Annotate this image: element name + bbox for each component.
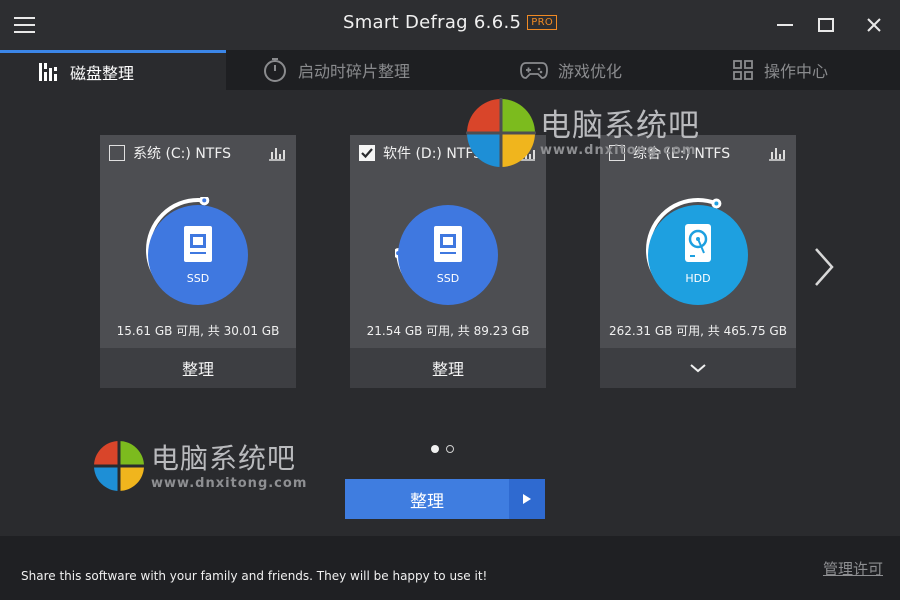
hdd-disk-circle: HDD — [648, 205, 748, 305]
minimize-icon — [777, 24, 793, 26]
app-title: Smart Defrag 6.6.5 PRO — [0, 12, 900, 33]
watermark-top: 电脑系统吧 www.dnxitong.com — [466, 98, 700, 168]
main-tabs: 磁盘整理 启动时碎片整理 游戏优化 操作中心 — [0, 50, 900, 90]
drive-card-e[interactable]: 综合 (E:) NTFS HDD 262.31 GB 可用, 共 465.75 … — [600, 135, 796, 388]
drive-name: 系统 (C:) NTFS — [133, 146, 232, 162]
watermark-title: 电脑系统吧 — [540, 107, 700, 144]
watermark-bottom: 电脑系统吧 www.dnxitong.com — [93, 440, 307, 492]
footer: Share this software with your family and… — [0, 536, 900, 600]
close-icon — [867, 18, 881, 32]
timer-icon — [264, 58, 286, 82]
bar-chart-icon[interactable] — [768, 145, 786, 161]
tab-disk-defrag[interactable]: 磁盘整理 — [0, 50, 226, 90]
drive-card-c[interactable]: 系统 (C:) NTFS SSD 15.61 GB 可用, 共 30.01 GB… — [100, 135, 296, 388]
tab-label: 操作中心 — [764, 62, 829, 81]
tab-boot-defrag[interactable]: 启动时碎片整理 — [262, 50, 410, 90]
pagination-dots — [431, 445, 461, 453]
bar-chart-icon[interactable] — [268, 145, 286, 161]
page-dot[interactable] — [431, 445, 439, 453]
main-panel: 系统 (C:) NTFS SSD 15.61 GB 可用, 共 30.01 GB… — [0, 90, 900, 536]
pro-badge: PRO — [527, 15, 557, 30]
ssd-chip-icon — [434, 226, 462, 262]
watermark-url: www.dnxitong.com — [540, 142, 697, 158]
hdd-icon — [685, 224, 711, 262]
share-message: Share this software with your family and… — [21, 569, 488, 583]
drive-card-d[interactable]: 软件 (D:) NTFS SSD 21.54 GB 可用, 共 89.23 GB… — [350, 135, 546, 388]
app-title-text: Smart Defrag 6.6.5 — [343, 12, 522, 33]
defrag-options-button[interactable] — [509, 479, 545, 519]
defrag-button-label: 整理 — [410, 491, 444, 512]
drive-header: 系统 (C:) NTFS — [109, 144, 286, 162]
tab-game-optimize[interactable]: 游戏优化 — [520, 50, 622, 90]
expand-options-button[interactable] — [600, 348, 796, 388]
disk-type-label: HDD — [685, 272, 711, 285]
disk-type-label: SSD — [186, 272, 210, 285]
defrag-drive-button[interactable]: 整理 — [350, 348, 546, 388]
windows-logo — [93, 440, 145, 492]
play-arrow-icon — [523, 494, 531, 504]
maximize-icon — [818, 18, 834, 32]
disk-defrag-icon — [39, 62, 57, 81]
page-dot[interactable] — [446, 445, 454, 453]
watermark-text: 电脑系统吧 www.dnxitong.com — [540, 109, 700, 158]
manage-license-link[interactable]: 管理许可 — [823, 558, 883, 579]
disk-type-label: SSD — [436, 272, 460, 285]
tab-label: 磁盘整理 — [70, 63, 135, 83]
tab-action-center[interactable]: 操作中心 — [732, 50, 828, 90]
tab-label: 启动时碎片整理 — [298, 62, 411, 81]
drive-checkbox[interactable] — [109, 145, 125, 161]
ssd-chip-icon — [184, 226, 212, 262]
minimize-button[interactable] — [774, 14, 796, 36]
chevron-down-icon — [690, 364, 706, 373]
gamepad-icon — [520, 62, 548, 79]
close-button[interactable] — [864, 14, 886, 36]
drive-capacity: 262.31 GB 可用, 共 465.75 GB — [609, 324, 787, 338]
watermark-url: www.dnxitong.com — [151, 475, 308, 491]
drive-capacity: 15.61 GB 可用, 共 30.01 GB — [116, 324, 280, 338]
ssd-disk-circle: SSD — [148, 205, 248, 305]
title-bar: Smart Defrag 6.6.5 PRO — [0, 0, 900, 50]
drive-capacity: 21.54 GB 可用, 共 89.23 GB — [366, 324, 530, 338]
grid-icon — [733, 60, 753, 80]
ssd-disk-circle: SSD — [398, 205, 498, 305]
defrag-button[interactable]: 整理 — [345, 479, 545, 519]
next-page-arrow-icon[interactable] — [812, 245, 836, 289]
defrag-drive-button[interactable]: 整理 — [100, 348, 296, 388]
watermark-text: 电脑系统吧 www.dnxitong.com — [151, 442, 307, 491]
tab-label: 游戏优化 — [558, 62, 623, 81]
windows-logo — [466, 98, 536, 168]
maximize-button[interactable] — [815, 14, 837, 36]
drive-checkbox[interactable] — [359, 145, 375, 161]
checkmark-icon — [361, 148, 373, 159]
watermark-title: 电脑系统吧 — [151, 441, 297, 475]
